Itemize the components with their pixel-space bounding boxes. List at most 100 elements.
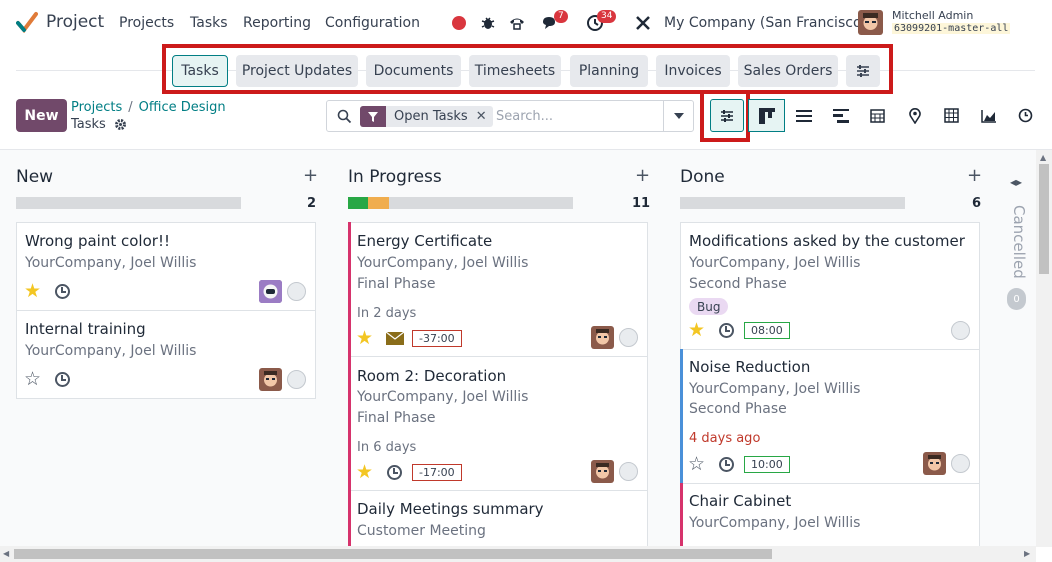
- column-title-new[interactable]: New: [16, 167, 53, 187]
- kanban-card[interactable]: Modifications asked by the customer Your…: [680, 222, 980, 350]
- activity-clock-icon[interactable]: [387, 465, 402, 480]
- card-tag: Bug: [689, 298, 729, 315]
- scroll-up-icon[interactable]: ▲: [1040, 153, 1046, 162]
- nav-projects[interactable]: Projects: [119, 15, 174, 31]
- search-input[interactable]: Search...: [496, 109, 553, 124]
- kanban-card[interactable]: Room 2: Decoration YourCompany, Joel Wil…: [348, 356, 648, 491]
- tab-project-updates[interactable]: Project Updates: [236, 55, 358, 87]
- view-pivot[interactable]: [933, 99, 970, 132]
- star-icon[interactable]: ★: [24, 280, 41, 302]
- tab-tasks[interactable]: Tasks: [172, 55, 228, 87]
- tab-planning[interactable]: Planning: [570, 55, 648, 87]
- tab-invoices[interactable]: Invoices: [656, 55, 730, 87]
- assignee-avatar[interactable]: [259, 368, 282, 391]
- view-gantt[interactable]: [822, 99, 859, 132]
- progress-green-segment[interactable]: [348, 197, 368, 209]
- kanban-card[interactable]: Daily Meetings summary Customer Meeting: [348, 490, 648, 548]
- status-indicator[interactable]: [287, 282, 306, 301]
- star-outline-icon[interactable]: ☆: [24, 368, 41, 390]
- activity-clock-icon[interactable]: [55, 372, 70, 387]
- vertical-scroll-thumb[interactable]: [1039, 164, 1049, 274]
- nav-configuration[interactable]: Configuration: [325, 15, 420, 31]
- activity-clock-icon[interactable]: [719, 457, 734, 472]
- status-indicator[interactable]: [951, 321, 970, 340]
- facet-label: Open Tasks: [394, 109, 468, 124]
- kanban-card[interactable]: Energy Certificate YourCompany, Joel Wil…: [348, 222, 648, 357]
- phone-icon[interactable]: [508, 14, 526, 32]
- column-add-in-progress[interactable]: +: [635, 165, 650, 186]
- robot-avatar-icon: [259, 280, 282, 303]
- user-name[interactable]: Mitchell Admin: [892, 9, 973, 22]
- envelope-icon[interactable]: [386, 332, 404, 345]
- filter-panel-toggle[interactable]: [710, 99, 744, 132]
- tab-timesheets[interactable]: Timesheets: [469, 55, 561, 87]
- time-remaining: 08:00: [744, 322, 790, 339]
- scroll-left-icon[interactable]: ◀: [3, 549, 9, 558]
- user-avatar[interactable]: [858, 10, 883, 35]
- column-progress-done[interactable]: [680, 197, 905, 209]
- star-icon[interactable]: ★: [356, 327, 373, 349]
- card-customer: YourCompany, Joel Willis: [689, 515, 861, 531]
- view-map[interactable]: [896, 99, 933, 132]
- kanban-card[interactable]: Wrong paint color!! YourCompany, Joel Wi…: [16, 222, 316, 311]
- view-activity[interactable]: [1007, 99, 1044, 132]
- view-graph[interactable]: [970, 99, 1007, 132]
- activity-clock-icon[interactable]: [55, 284, 70, 299]
- app-logo[interactable]: Project: [16, 11, 104, 33]
- star-icon[interactable]: ★: [688, 319, 705, 341]
- column-title-in-progress[interactable]: In Progress: [348, 167, 442, 187]
- kanban-card[interactable]: Chair Cabinet YourCompany, Joel Willis: [680, 483, 980, 548]
- horizontal-scroll-thumb[interactable]: [14, 549, 772, 559]
- view-kanban[interactable]: [748, 99, 785, 132]
- star-icon[interactable]: ★: [356, 461, 373, 483]
- gear-icon[interactable]: [114, 118, 127, 131]
- card-phase: Final Phase: [357, 410, 436, 426]
- column-add-new[interactable]: +: [303, 165, 318, 186]
- record-icon[interactable]: [452, 16, 466, 30]
- status-indicator[interactable]: [619, 462, 638, 481]
- nav-reporting[interactable]: Reporting: [243, 15, 311, 31]
- view-list[interactable]: [785, 99, 822, 132]
- facet-remove-icon[interactable]: ✕: [476, 109, 493, 124]
- company-switcher[interactable]: My Company (San Francisco): [664, 15, 867, 31]
- card-title: Modifications asked by the customer: [689, 232, 965, 250]
- tab-documents[interactable]: Documents: [366, 55, 461, 87]
- breadcrumb-projects[interactable]: Projects: [71, 100, 122, 115]
- star-outline-icon[interactable]: ☆: [688, 453, 705, 475]
- column-progress-in-progress[interactable]: [348, 197, 573, 209]
- tab-sales-orders[interactable]: Sales Orders: [738, 55, 838, 87]
- progress-orange-segment[interactable]: [368, 197, 389, 209]
- color-stripe: [680, 349, 683, 484]
- avatar-icon: [591, 326, 614, 349]
- card-phase: Final Phase: [357, 276, 436, 292]
- status-indicator[interactable]: [619, 328, 638, 347]
- tools-icon[interactable]: [634, 14, 652, 32]
- kanban-card[interactable]: Noise Reduction YourCompany, Joel Willis…: [680, 349, 980, 484]
- status-indicator[interactable]: [287, 370, 306, 389]
- view-calendar[interactable]: [859, 99, 896, 132]
- nav-tasks[interactable]: Tasks: [190, 15, 228, 31]
- scroll-right-icon[interactable]: ▶: [1024, 549, 1030, 558]
- bug-icon[interactable]: [479, 14, 497, 32]
- search-options-toggle[interactable]: [663, 101, 693, 131]
- assignee-avatar[interactable]: [591, 326, 614, 349]
- vertical-scrollbar[interactable]: ▲: [1036, 150, 1052, 547]
- breadcrumb-office-design[interactable]: Office Design: [139, 100, 226, 115]
- assignee-avatar[interactable]: [591, 460, 614, 483]
- card-title: Chair Cabinet: [689, 492, 792, 510]
- database-name: 63099201-master-all: [892, 23, 1011, 34]
- kanban-card[interactable]: Internal training YourCompany, Joel Will…: [16, 310, 316, 399]
- fold-toggle-icon[interactable]: ◂▸: [1010, 175, 1022, 189]
- folded-column-cancelled[interactable]: Cancelled: [1010, 205, 1028, 279]
- column-add-done[interactable]: +: [967, 165, 982, 186]
- column-progress-new[interactable]: [16, 197, 241, 209]
- assignee-avatar[interactable]: [923, 452, 946, 475]
- status-indicator[interactable]: [951, 454, 970, 473]
- activity-clock-icon[interactable]: [719, 323, 734, 338]
- tab-more[interactable]: [846, 55, 880, 87]
- horizontal-scrollbar[interactable]: ◀ ▶: [0, 546, 1036, 562]
- assignee-avatar[interactable]: [259, 280, 282, 303]
- column-count-in-progress: 11: [632, 196, 651, 211]
- column-title-done[interactable]: Done: [680, 167, 725, 187]
- new-button[interactable]: New: [16, 99, 67, 132]
